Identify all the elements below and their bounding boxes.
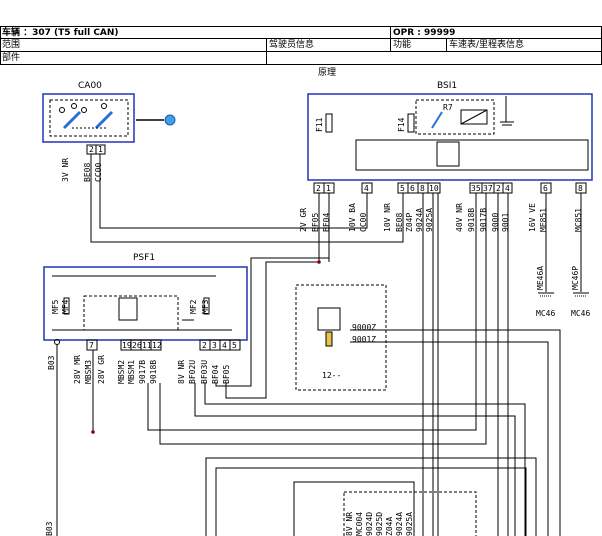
psf1-connector [86,339,241,351]
bsi-pin: 2 [496,184,501,193]
b03-bottom-label: B03 [45,521,54,536]
me46a-label: ME46A [536,266,545,290]
bsi-pin: 4 [364,184,369,193]
bsi-pin: 35 [471,184,481,193]
bottom-wire: 9025D [375,512,384,536]
bsi-pin: 6 [543,184,548,193]
bsi-pin: 37 [483,184,493,193]
psf-connector-label: 28V MR [73,355,82,384]
bsi1-pin-numbers: 2 1 4 5 6 8 10 35 37 2 4 6 8 [316,184,583,193]
mc46p-label: MC46P [571,266,580,290]
psf1-title: PSF1 [133,253,155,263]
key-icon [136,114,176,126]
psf-wire: 9017B [138,360,147,384]
bsi-pin: 1 [326,184,331,193]
bsi-wire: MC851 [574,208,583,232]
psf-wire: MBSM3 [84,360,93,384]
bsi-wire: 9018B [467,208,476,232]
wire-paths [56,154,582,536]
f11-label: F11 [315,117,324,132]
bottom-wire: 9024A [395,512,404,536]
bottom-wire: MC004 [355,512,364,536]
bsi-wire: 9000 [491,213,500,232]
bsi1-title: BSI1 [437,81,457,91]
psf-wire: MBSM1 [127,360,136,384]
ca00-pin: 1 [98,145,103,154]
mf5-label: MF5 [51,299,60,314]
psf-pin: 26 [132,341,142,350]
ca00-pin: 2 [89,145,94,154]
psf-pin: 7 [89,341,94,350]
psf-pin: 5 [232,341,237,350]
bsi-pin: 2 [316,184,321,193]
psf-wire: BF05 [222,365,231,384]
bsi-pin: 8 [420,184,425,193]
bsi-pin: 8 [578,184,583,193]
ca00-title: CA00 [78,81,102,91]
bottom-wire: Z04A [385,517,394,536]
wire-9001z: 9001Z [352,335,376,344]
bottom-wire: 9025A [405,512,414,536]
psf-wire: BF03U [200,360,209,384]
psf-pin: 11 [142,341,152,350]
psf1-pin-numbers: 7 19 26 11 12 2 3 4 5 [89,341,237,350]
b03-label: B03 [47,355,56,370]
mf3-label: MF3 [201,299,210,314]
r7-label: R7 [443,103,453,112]
mf4-label: MF4 [61,299,70,314]
psf1-box [43,266,248,341]
wiring-diagram: 原理 CA00 2 1 3V NR BE08 CC00 BSI1 R7 F11 … [42,67,593,536]
ca00-wire: CC00 [94,163,103,182]
bsi-pin: 4 [505,184,510,193]
splice-dot [91,430,95,434]
bsi-wire: 9001 [501,213,510,232]
bsi-wire: BF04 [322,213,331,232]
ca00-connector-label: 3V NR [61,158,70,182]
ground-icon [538,292,589,297]
mc46-label: MC46 [571,309,590,318]
f14-label: F14 [397,117,406,132]
bsi-wire: ME851 [539,208,548,232]
bsi-wire: Z04P [405,213,414,232]
bsi-pin: 6 [410,184,415,193]
psf-pin: 12 [152,341,162,350]
bsi-connector-label: 16V VE [528,203,537,232]
bsi-connector-label: 40V NR [455,203,464,232]
c12-label: 12-- [322,371,341,380]
psf-pin: 3 [212,341,217,350]
principle-label: 原理 [318,67,336,78]
psf-wire: 9018B [149,360,158,384]
psf-connector-label: 28V GR [97,355,106,384]
psf-pin: 19 [122,341,132,350]
bottom-wire: 9024D [365,512,374,536]
mc46-label: MC46 [536,309,555,318]
ca00-box [42,93,135,143]
splice-dot [317,260,321,264]
psf-pin: 2 [202,341,207,350]
psf-pin: 4 [222,341,227,350]
psf-wire: MBSM2 [117,360,126,384]
bsi-pin: 10 [429,184,439,193]
bsi-pin: 5 [400,184,405,193]
ca00-connector: 2 1 [86,144,106,155]
psf-wire: BF02U [188,360,197,384]
psf-wire: BF04 [211,365,220,384]
mf2-label: MF2 [189,299,198,314]
psf-connector-label: 8V NR [177,360,186,384]
bottom-connector-label: 8V NR [345,512,354,536]
wire-9000z: 9000Z [352,323,376,332]
bsi-connector-label: 10V NR [383,203,392,232]
bsi-wire: 9017B [479,208,488,232]
